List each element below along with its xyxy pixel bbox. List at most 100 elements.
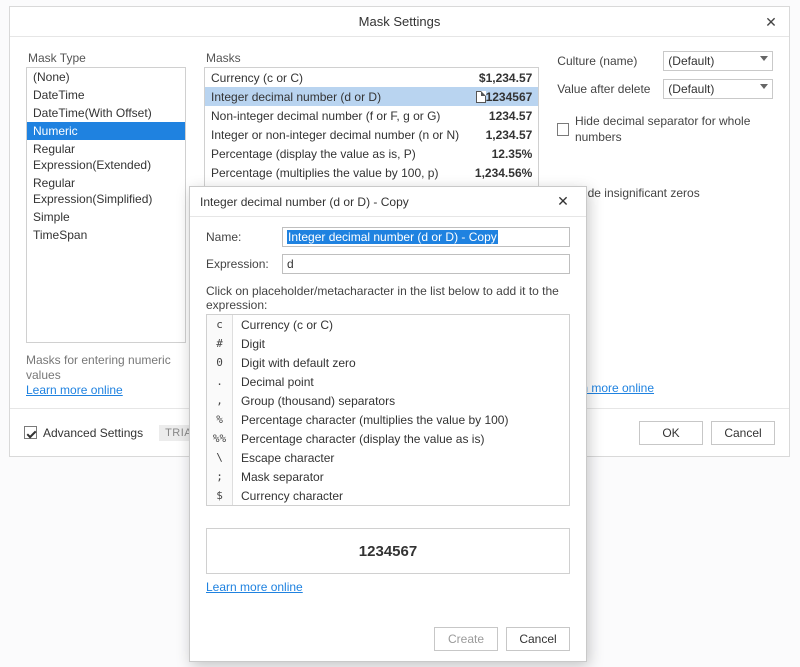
advanced-settings-checkbox[interactable] [24, 426, 37, 439]
metacharacter-symbol: % [207, 410, 233, 429]
mask-sample: 12.35% [492, 147, 533, 161]
name-value: Integer decimal number (d or D) - Copy [287, 230, 498, 244]
hide-decimal-label: Hide decimal separator for whole numbers [575, 113, 773, 145]
hide-insignificant-row[interactable]: Hide insignificant zeros [557, 185, 773, 201]
mask-type-label: Mask Type [26, 51, 186, 65]
metacharacter-symbol: $ [207, 486, 233, 505]
popup-title: Integer decimal number (d or D) - Copy [200, 195, 550, 209]
culture-row: Culture (name) (Default) [557, 51, 773, 71]
metacharacter-desc: Percentage character (display the value … [233, 429, 492, 448]
document-icon [474, 90, 488, 104]
metacharacter-row[interactable]: %Percentage character (multiplies the va… [207, 410, 569, 429]
metacharacter-row[interactable]: #Digit [207, 334, 569, 353]
metacharacter-row[interactable]: $Currency character [207, 486, 569, 505]
mask-type-item[interactable]: Simple [27, 208, 185, 226]
mask-row[interactable]: Percentage (multiplies the value by 100,… [205, 163, 538, 182]
metacharacter-symbol: 0 [207, 353, 233, 372]
expression-input[interactable]: d [282, 254, 570, 274]
cancel-button[interactable]: Cancel [711, 421, 775, 445]
mask-row[interactable]: Percentage (display the value as is, P)1… [205, 144, 538, 163]
chevron-down-icon [760, 56, 768, 61]
preview-value: 1234567 [359, 543, 417, 560]
name-row: Name: Integer decimal number (d or D) - … [206, 227, 570, 247]
mask-label: Non-integer decimal number (f or F, g or… [211, 109, 489, 123]
hide-insignificant-label: Hide insignificant zeros [576, 185, 699, 201]
metacharacter-symbol: . [207, 372, 233, 391]
metacharacter-desc: Decimal point [233, 372, 322, 391]
mask-label: Currency (c or C) [211, 71, 479, 85]
chevron-down-icon [760, 84, 768, 89]
mask-row[interactable]: Currency (c or C)$1,234.57 [205, 68, 538, 87]
metacharacter-symbol: , [207, 391, 233, 410]
metacharacter-desc: Digit [233, 334, 273, 353]
expression-label: Expression: [206, 257, 272, 271]
preview-box: 1234567 [206, 528, 570, 574]
metacharacter-row[interactable]: \Escape character [207, 448, 569, 467]
metacharacter-desc: Currency character [233, 486, 351, 505]
mask-type-item[interactable]: Numeric [27, 122, 185, 140]
value-after-delete-value: (Default) [668, 82, 714, 96]
mask-row[interactable]: Integer or non-integer decimal number (n… [205, 125, 538, 144]
culture-label: Culture (name) [557, 54, 653, 68]
dialog-titlebar: Mask Settings ✕ [10, 7, 789, 37]
mask-type-hint: Masks for entering numeric values [26, 353, 186, 383]
value-after-delete-select[interactable]: (Default) [663, 79, 773, 99]
value-after-delete-label: Value after delete [557, 82, 653, 96]
mask-type-item[interactable]: Regular Expression(Extended) [27, 140, 185, 174]
culture-select[interactable]: (Default) [663, 51, 773, 71]
name-label: Name: [206, 230, 272, 244]
instruction-text: Click on placeholder/metacharacter in th… [206, 284, 570, 312]
value-after-delete-row: Value after delete (Default) [557, 79, 773, 99]
mask-sample: $1,234.57 [479, 71, 532, 85]
metacharacter-desc: Currency (c or C) [233, 315, 341, 334]
mask-type-item[interactable]: DateTime [27, 86, 185, 104]
popup-body: Name: Integer decimal number (d or D) - … [190, 217, 586, 600]
metacharacter-row[interactable]: cCurrency (c or C) [207, 315, 569, 334]
close-button[interactable]: ✕ [753, 7, 789, 37]
create-button[interactable]: Create [434, 627, 498, 651]
mask-row[interactable]: Non-integer decimal number (f or F, g or… [205, 106, 538, 125]
mask-label: Integer or non-integer decimal number (n… [211, 128, 486, 142]
metacharacter-row[interactable]: .Decimal point [207, 372, 569, 391]
metacharacter-desc: Percentage character (multiplies the val… [233, 410, 516, 429]
mask-sample: 1234.57 [489, 109, 532, 123]
mask-type-item[interactable]: (None) [27, 68, 185, 86]
mask-label: Integer decimal number (d or D) [211, 90, 474, 104]
hide-decimal-row[interactable]: Hide decimal separator for whole numbers [557, 113, 773, 145]
metacharacter-symbol: \ [207, 448, 233, 467]
mask-sample: 1,234.57 [486, 128, 533, 142]
mask-type-item[interactable]: Regular Expression(Simplified) [27, 174, 185, 208]
masks-list[interactable]: Currency (c or C)$1,234.57Integer decima… [204, 67, 539, 205]
metacharacter-row[interactable]: 0Digit with default zero [207, 353, 569, 372]
learn-more-link[interactable]: Learn more online [26, 383, 186, 397]
mask-type-list[interactable]: (None)DateTimeDateTime(With Offset)Numer… [26, 67, 186, 343]
metacharacter-symbol: c [207, 315, 233, 334]
close-button[interactable]: ✕ [550, 190, 576, 214]
metacharacter-row[interactable]: %%Percentage character (display the valu… [207, 429, 569, 448]
mask-type-item[interactable]: DateTime(With Offset) [27, 104, 185, 122]
metacharacter-list[interactable]: cCurrency (c or C)#Digit0Digit with defa… [206, 314, 570, 506]
create-mask-dialog: Integer decimal number (d or D) - Copy ✕… [189, 186, 587, 662]
metacharacter-row[interactable]: ;Mask separator [207, 467, 569, 486]
metacharacter-row[interactable]: ,Group (thousand) separators [207, 391, 569, 410]
mask-row[interactable]: Integer decimal number (d or D) 1234567 [205, 87, 538, 106]
mask-label: Percentage (display the value as is, P) [211, 147, 492, 161]
metacharacter-desc: Digit with default zero [233, 353, 364, 372]
expression-row: Expression: d [206, 254, 570, 274]
learn-more-link[interactable]: Learn more online [206, 580, 303, 594]
settings-column: Culture (name) (Default) Value after del… [557, 51, 773, 397]
popup-titlebar: Integer decimal number (d or D) - Copy ✕ [190, 187, 586, 217]
checkbox-icon[interactable] [557, 123, 569, 136]
expression-value: d [287, 257, 294, 271]
name-input[interactable]: Integer decimal number (d or D) - Copy [282, 227, 570, 247]
mask-type-item[interactable]: TimeSpan [27, 226, 185, 244]
ok-button[interactable]: OK [639, 421, 703, 445]
popup-footer: Create Cancel [190, 627, 586, 651]
metacharacter-symbol: %% [207, 429, 233, 448]
cancel-button[interactable]: Cancel [506, 627, 570, 651]
mask-sample: 1234567 [486, 90, 533, 104]
mask-label: Percentage (multiplies the value by 100,… [211, 166, 475, 180]
metacharacter-symbol: # [207, 334, 233, 353]
masks-label: Masks [204, 51, 539, 65]
metacharacter-desc: Group (thousand) separators [233, 391, 403, 410]
